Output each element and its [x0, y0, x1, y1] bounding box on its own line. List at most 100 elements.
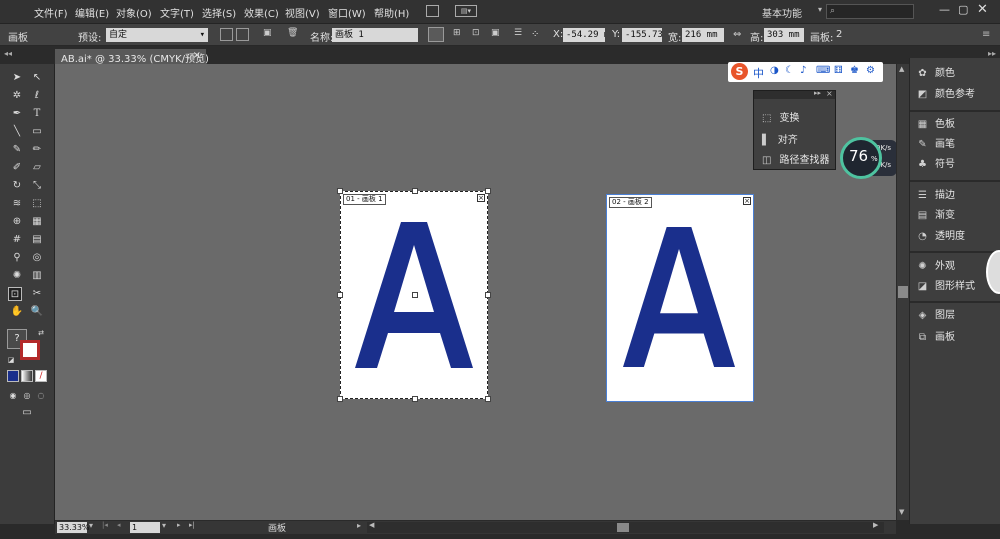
maximize-icon[interactable]: ▢ [958, 3, 968, 16]
expand-icon[interactable]: ▸▸ [814, 89, 821, 97]
color-mode-icon[interactable] [7, 370, 19, 382]
resize-handle[interactable] [485, 188, 491, 194]
menu-select[interactable]: 选择(S) [202, 5, 236, 20]
panel-color[interactable]: ✿ 颜色 [916, 65, 1000, 83]
artboard-2-letter-a[interactable] [623, 227, 735, 367]
collapse-toolbar-icon[interactable]: ◂◂ [4, 49, 12, 58]
panel-swatches[interactable]: ▦ 色板 [916, 116, 1000, 134]
delete-artboard-icon[interactable]: 🗑 [287, 28, 300, 41]
reference-point-icon[interactable]: ⁘ [531, 29, 539, 40]
center-point[interactable] [412, 292, 418, 298]
zoom-tool-icon[interactable]: 🔍 [30, 305, 44, 319]
width-tool-icon[interactable]: ≋ [10, 197, 24, 211]
artboard-tool-icon[interactable]: ⊡ [8, 287, 22, 301]
selection-tool-icon[interactable]: ➤ [10, 71, 24, 85]
vertical-scrollbar[interactable]: ▲ ▼ [896, 64, 909, 520]
resize-handle[interactable] [485, 396, 491, 402]
resize-handle[interactable] [412, 188, 418, 194]
none-mode-icon[interactable]: / [35, 370, 47, 382]
panel-color-guide[interactable]: ◩ 颜色参考 [916, 86, 1000, 104]
scroll-up-arrow-icon[interactable]: ▲ [899, 65, 904, 73]
paintbrush-tool-icon[interactable]: ✎ [10, 143, 24, 157]
show-cross-hairs-icon[interactable]: ⊡ [472, 28, 485, 41]
type-tool-icon[interactable]: T [30, 107, 44, 121]
default-colors-icon[interactable]: ◪ [4, 353, 18, 367]
draw-inside-icon[interactable]: ◌ [34, 389, 48, 403]
settings-icon[interactable]: ⚙ [866, 65, 875, 76]
status-menu-arrow-icon[interactable]: ▸ [357, 521, 361, 530]
line-tool-icon[interactable]: ╲ [10, 125, 24, 139]
eraser-tool-icon[interactable]: ▱ [30, 161, 44, 175]
resize-handle[interactable] [337, 292, 343, 298]
keyboard-icon[interactable]: ⌨ [816, 65, 830, 76]
horizontal-scrollbar[interactable]: ◀ ▶ [367, 521, 884, 533]
x-position-input[interactable]: -54.29 m [563, 28, 605, 42]
shape-builder-tool-icon[interactable]: ⊕ [10, 215, 24, 229]
artboard-2-close-icon[interactable]: × [743, 197, 751, 205]
previous-artboard-icon[interactable]: ◂ [117, 521, 121, 529]
artboard-name-input[interactable]: 画板 1 [332, 28, 418, 42]
document-tab[interactable]: AB.ai* @ 33.33% (CMYK/预览) × [55, 49, 209, 65]
status-text[interactable]: 画板 [268, 521, 286, 534]
menu-object[interactable]: 对象(O) [116, 5, 152, 20]
scrollbar-thumb[interactable] [898, 286, 908, 298]
panel-transparency[interactable]: ◔ 透明度 [916, 228, 1000, 246]
blob-brush-tool-icon[interactable]: ✐ [10, 161, 24, 175]
chevron-down-icon[interactable]: ▾ [162, 521, 166, 530]
panel-symbols[interactable]: ♣ 符号 [916, 156, 1000, 174]
scroll-right-arrow-icon[interactable]: ▶ [873, 521, 878, 529]
scale-tool-icon[interactable]: ⤡ [30, 179, 44, 193]
punctuation-icon[interactable]: ◑ [770, 65, 779, 76]
stroke-swatch[interactable] [20, 340, 40, 360]
artboard-options-icon[interactable]: ☰ [514, 28, 527, 41]
toolbox-icon[interactable]: ⚅ [834, 65, 843, 76]
show-video-safe-icon[interactable]: ▣ [491, 28, 504, 41]
tab-close-icon[interactable]: × [193, 50, 201, 61]
show-center-mark-icon[interactable]: ⊞ [453, 28, 466, 41]
screen-mode-icon[interactable]: ▭ [18, 406, 36, 420]
close-icon[interactable]: × [826, 89, 833, 98]
gradient-mode-icon[interactable] [21, 370, 33, 382]
portrait-icon[interactable] [220, 28, 233, 41]
constrain-proportions-icon[interactable]: ⇔ [733, 29, 741, 40]
swap-colors-icon[interactable]: ⇄ [34, 326, 48, 340]
voice-input-icon[interactable]: ♪ [800, 65, 806, 76]
resize-handle[interactable] [337, 396, 343, 402]
direct-selection-tool-icon[interactable]: ↖ [30, 71, 44, 85]
floating-panel-transform[interactable]: ⬚ 变换 [762, 109, 799, 124]
draw-behind-icon[interactable]: ◎ [20, 389, 34, 403]
last-artboard-icon[interactable]: ▸| [189, 521, 195, 529]
search-input[interactable]: ⌕ [826, 4, 914, 19]
free-transform-tool-icon[interactable]: ⬚ [30, 197, 44, 211]
scroll-left-arrow-icon[interactable]: ◀ [369, 521, 374, 529]
width-input[interactable]: 216 mm [682, 28, 724, 42]
arrange-documents-icon[interactable]: ▤▾ [455, 5, 477, 17]
perspective-grid-tool-icon[interactable]: ▦ [30, 215, 44, 229]
floating-panel-header[interactable]: ▸▸ × [754, 89, 835, 99]
panel-layers[interactable]: ◈ 图层 [916, 307, 1000, 325]
landscape-icon[interactable] [236, 28, 249, 41]
chevron-down-icon[interactable]: ▾ [818, 5, 822, 14]
magic-wand-tool-icon[interactable]: ✲ [10, 89, 24, 103]
new-artboard-icon[interactable]: ▣ [263, 28, 276, 41]
resize-handle[interactable] [337, 188, 343, 194]
menu-window[interactable]: 窗口(W) [328, 5, 366, 20]
close-icon[interactable]: ✕ [977, 2, 988, 17]
blend-tool-icon[interactable]: ◎ [30, 251, 44, 265]
pen-tool-icon[interactable]: ✒ [10, 107, 24, 121]
ime-toolbar[interactable]: S 中 ◑ ☾ ♪ ⌨ ⚅ ♚ ⚙ [728, 62, 883, 82]
scrollbar-thumb[interactable] [617, 523, 629, 532]
bridge-icon[interactable] [426, 5, 439, 17]
menu-edit[interactable]: 编辑(E) [75, 5, 109, 20]
zoom-level-field[interactable]: 33.33% [57, 522, 90, 533]
move-copy-artwork-icon[interactable] [428, 27, 444, 42]
slice-tool-icon[interactable]: ✂ [30, 287, 44, 301]
scroll-down-arrow-icon[interactable]: ▼ [899, 508, 904, 516]
floating-panel-pathfinder[interactable]: ◫ 路径查找器 [762, 151, 829, 166]
minimize-icon[interactable]: — [939, 3, 950, 16]
workspace-switcher[interactable]: 基本功能 [762, 5, 802, 20]
lasso-tool-icon[interactable]: ℓ [30, 89, 44, 103]
eyedropper-tool-icon[interactable]: ⚲ [10, 251, 24, 265]
half-width-icon[interactable]: ☾ [785, 65, 794, 76]
draw-normal-icon[interactable]: ◉ [6, 389, 20, 403]
